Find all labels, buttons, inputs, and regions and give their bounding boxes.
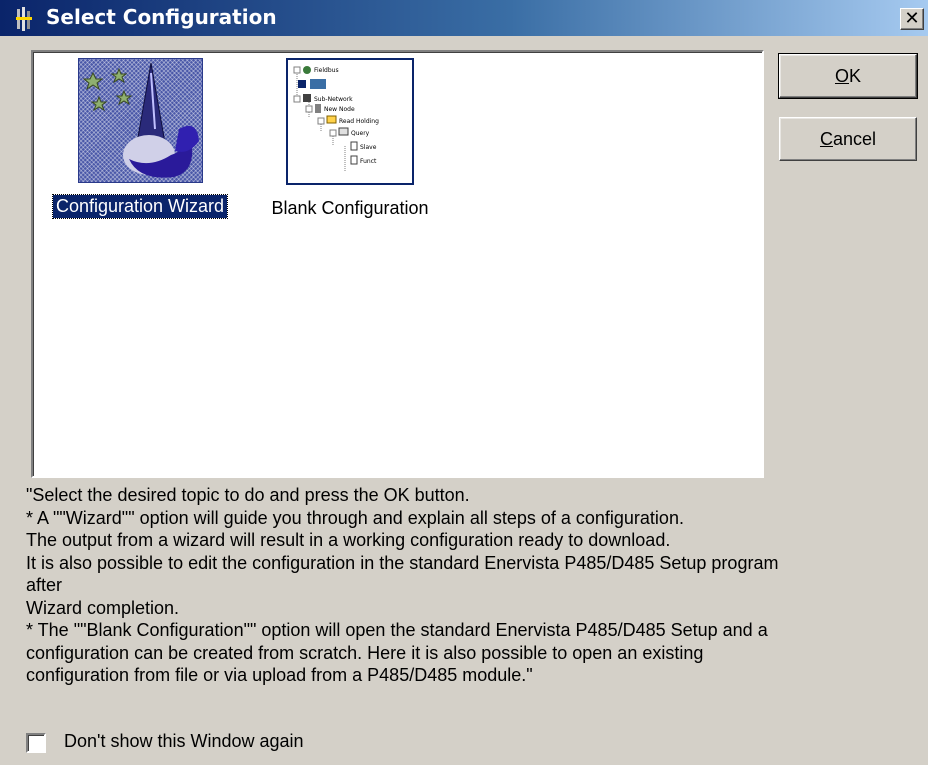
list-item-blank-configuration[interactable]: Fieldbus Sub-Network New Node Read Holdi… [259,58,441,220]
description-line: after [26,575,63,595]
tree-node-query: Query [351,130,370,137]
description-line: Wizard completion. [26,597,180,618]
ok-mnemonic: O [834,66,849,86]
tree-node-subnetwork: Sub-Network [314,96,353,103]
description-line: It is also possible to edit the configur… [26,552,779,573]
tree-node-fieldbus: Fieldbus [314,67,339,74]
close-button[interactable]: ✕ [900,8,924,30]
ok-button[interactable]: OK [778,53,918,99]
item-label: Configuration Wizard [51,194,229,219]
dont-show-again-checkbox[interactable] [26,733,46,753]
description-line: configuration from file or via upload fr… [26,665,533,685]
cancel-button[interactable]: Cancel [779,117,917,161]
description-text: "Select the desired topic to do and pres… [26,484,926,687]
dont-show-again-label[interactable]: Don't show this Window again [64,731,304,752]
configuration-list[interactable]: Configuration Wizard Fieldbus Sub-Networ… [31,50,764,478]
tree-node-new-node: New Node [324,106,355,113]
list-item-configuration-wizard[interactable]: Configuration Wizard [37,58,243,219]
tree-node-read-holding: Read Holding [339,118,379,125]
description-line: * A ""Wizard"" option will guide you thr… [26,507,684,528]
description-line: "Select the desired topic to do and pres… [26,485,470,505]
item-label: Blank Configuration [271,198,429,218]
title-bar: Select Configuration ✕ [0,0,928,36]
description-line: configuration can be created from scratc… [26,642,704,663]
description-line: * The ""Blank Configuration"" option wil… [26,620,768,640]
cancel-label: ancel [832,129,877,149]
cancel-mnemonic: C [819,129,833,149]
tree-node-funct: Funct [360,158,377,165]
description-line: The output from a wizard will result in … [26,530,671,550]
tree-view-thumbnail: Fieldbus Sub-Network New Node Read Holdi… [286,58,414,185]
ok-label: K [849,66,862,86]
wizard-image [77,58,203,183]
app-icon [14,7,34,31]
window-title: Select Configuration [46,5,277,29]
tree-node-slave: Slave [360,144,377,151]
close-icon: ✕ [904,8,920,29]
